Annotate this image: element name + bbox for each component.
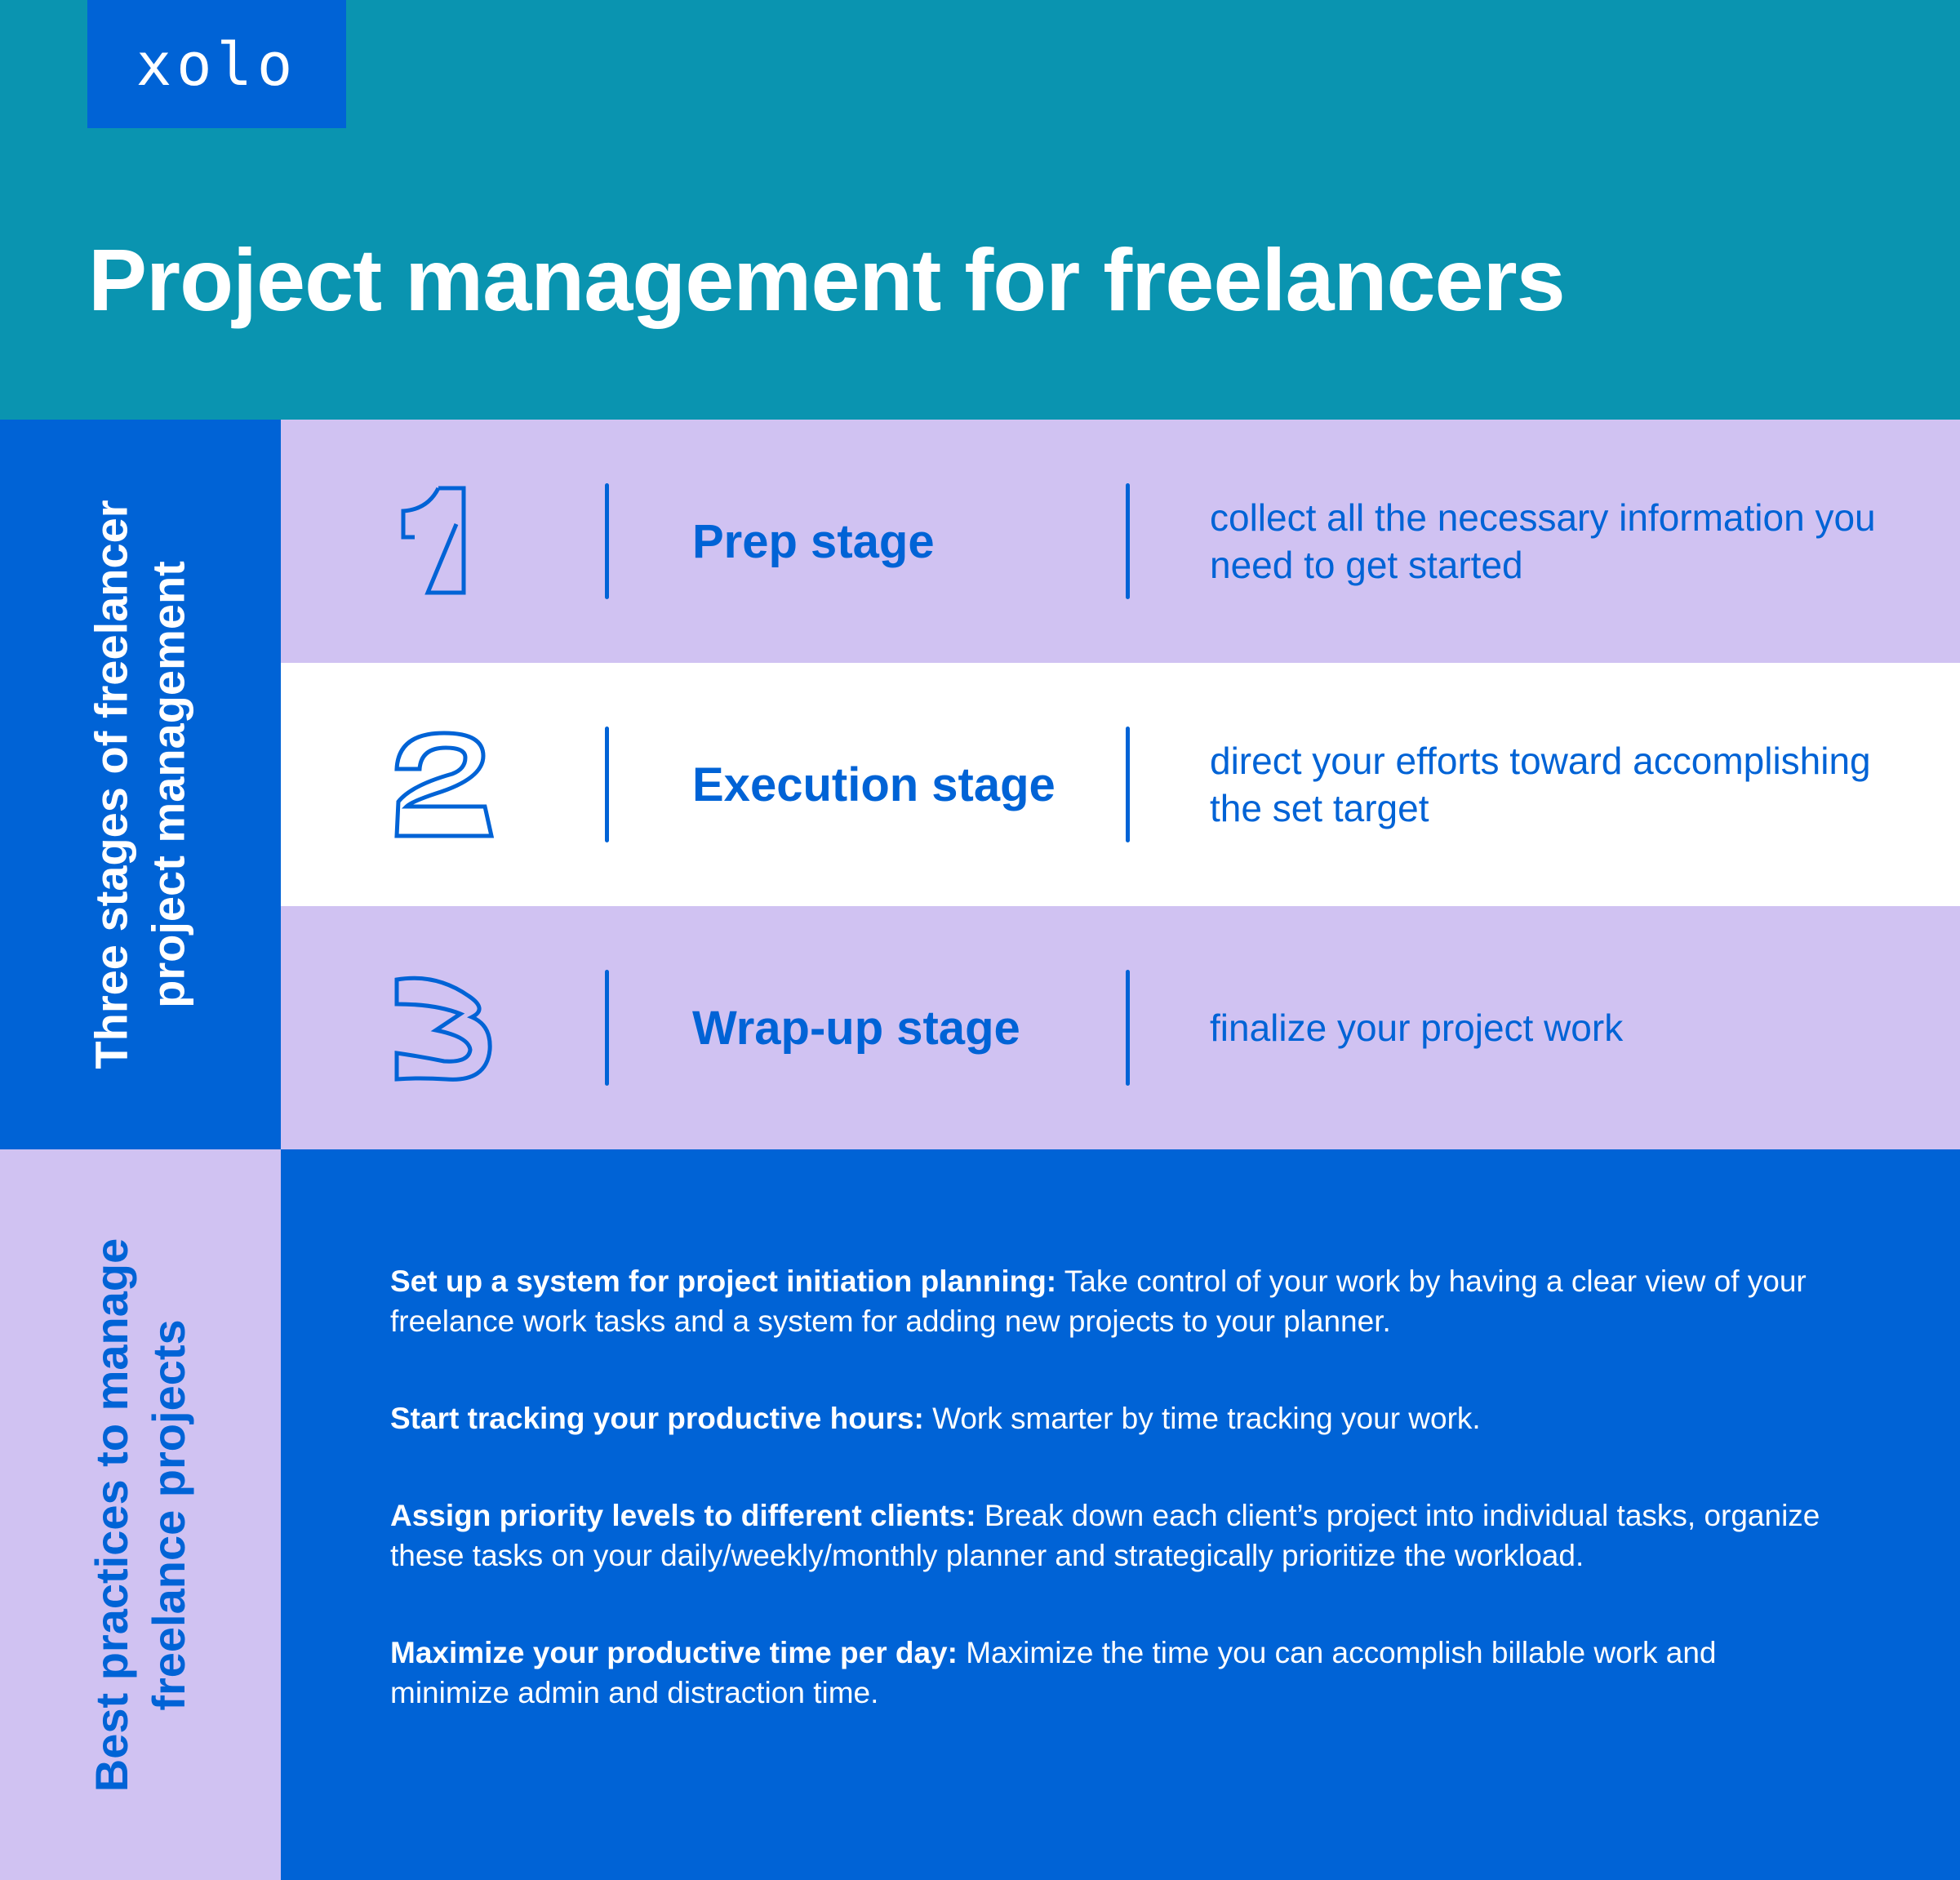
header: xolo Project management for freelancers bbox=[0, 0, 1960, 420]
label-line: project management bbox=[143, 561, 194, 1008]
practice-heading: Maximize your productive time per day: bbox=[390, 1636, 958, 1669]
divider bbox=[1126, 483, 1130, 599]
stages-section-label: Three stages of freelancer project manage… bbox=[0, 420, 281, 1149]
practice-item: Maximize your productive time per day: M… bbox=[390, 1633, 1794, 1713]
stage-row-prep: Prep stage collect all the necessary inf… bbox=[281, 420, 1960, 663]
divider bbox=[605, 727, 609, 842]
label-line: Three stages of freelancer bbox=[86, 500, 137, 1069]
label-line: freelance projects bbox=[143, 1318, 195, 1711]
divider bbox=[1126, 970, 1130, 1086]
xolo-logo: xolo bbox=[87, 0, 346, 128]
stage-title: Execution stage bbox=[692, 758, 1056, 811]
number-2-icon bbox=[394, 731, 495, 838]
page-title: Project management for freelancers bbox=[88, 230, 1566, 329]
practice-text: Work smarter by time tracking your work. bbox=[932, 1402, 1481, 1435]
stage-row-execution: Execution stage direct your efforts towa… bbox=[281, 663, 1960, 906]
divider bbox=[605, 483, 609, 599]
stage-title: Prep stage bbox=[692, 514, 935, 568]
practices-list: Set up a system for project initiation p… bbox=[390, 1261, 1892, 1770]
number-3-icon bbox=[394, 976, 492, 1082]
stage-description: direct your efforts toward accomplishing… bbox=[1210, 740, 1871, 829]
practices-section-label: Best practices to manage freelance projec… bbox=[0, 1149, 281, 1880]
practice-heading: Assign priority levels to different clie… bbox=[390, 1499, 976, 1532]
stage-title: Wrap-up stage bbox=[692, 1001, 1020, 1055]
divider bbox=[1126, 727, 1130, 842]
stage-description: collect all the necessary information yo… bbox=[1210, 496, 1876, 586]
practice-item: Start tracking your productive hours: Wo… bbox=[390, 1398, 1892, 1438]
divider bbox=[605, 970, 609, 1086]
practice-heading: Set up a system for project initiation p… bbox=[390, 1264, 1057, 1298]
stage-row-wrap-up: Wrap-up stage finalize your project work bbox=[281, 906, 1960, 1149]
stage-description: finalize your project work bbox=[1210, 1007, 1624, 1049]
practice-heading: Start tracking your productive hours: bbox=[390, 1402, 924, 1435]
practice-item: Assign priority levels to different clie… bbox=[390, 1496, 1892, 1576]
number-1-icon bbox=[401, 486, 466, 595]
practice-item: Set up a system for project initiation p… bbox=[390, 1261, 1892, 1341]
label-line: Best practices to manage bbox=[86, 1238, 138, 1792]
